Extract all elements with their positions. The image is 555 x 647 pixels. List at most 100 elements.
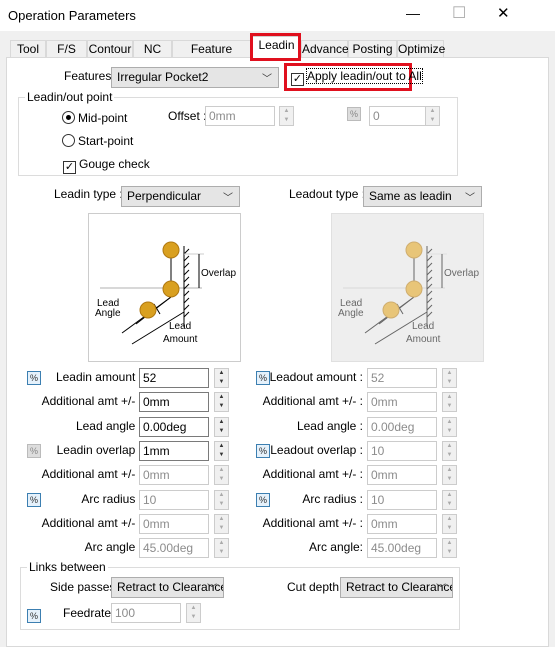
feedrate-field[interactable]: 100: [111, 603, 181, 623]
tool-circle: [162, 280, 180, 298]
leadin-row-label: Additional amt +/- :: [41, 394, 142, 408]
cut-depth-dropdown[interactable]: Retract to Clearance ﹀: [340, 577, 453, 598]
side-passes-dropdown[interactable]: Retract to Clearance ﹀: [111, 577, 224, 598]
leadin-row-field[interactable]: 0mm: [139, 465, 209, 485]
window-title: Operation Parameters: [8, 8, 136, 23]
tab-feature-options[interactable]: Feature Options: [172, 40, 251, 73]
mid-point-radio[interactable]: Mid-point: [62, 111, 127, 125]
leadout-row-label: Arc radius :: [302, 492, 363, 506]
lead-amount-label: Amount: [163, 334, 198, 345]
leadin-row-label: Arc angle :: [84, 540, 142, 554]
chevron-down-icon: ﹀: [436, 584, 446, 595]
chevron-down-icon: ﹀: [262, 74, 272, 85]
leadin-row-spinner[interactable]: ▲ ▼: [214, 392, 229, 412]
leadin-row-spinner[interactable]: ▲ ▼: [214, 514, 229, 534]
offset-label: Offset :: [168, 109, 207, 123]
leadout-diagram: Overlap Lead Angle Lead Amount: [331, 213, 484, 362]
offset-percent-spinner[interactable]: ▲ ▼: [425, 106, 440, 126]
lead-amount-label: Lead: [412, 321, 434, 332]
leadout-row-spinner[interactable]: ▲ ▼: [442, 441, 457, 461]
leadin-row-spinner[interactable]: ▲ ▼: [214, 465, 229, 485]
chevron-down-icon: ﹀: [223, 193, 233, 204]
leadin-type-label: Leadin type :: [54, 187, 123, 201]
leadout-row-field[interactable]: 0mm: [367, 392, 437, 412]
tool-circle: [405, 241, 423, 259]
tab-posting[interactable]: Posting: [348, 40, 397, 58]
leadout-row-spinner[interactable]: ▲ ▼: [442, 392, 457, 412]
features-dropdown[interactable]: Irregular Pocket2 ﹀: [111, 67, 279, 88]
leadout-row-field[interactable]: 0.00deg: [367, 417, 437, 437]
lead-angle-label: Angle: [338, 308, 364, 319]
lead-amount-label: Lead: [169, 321, 191, 332]
apply-all-checkbox[interactable]: ✓ Apply leadin/out to All: [291, 68, 423, 86]
leadin-row-field[interactable]: 0mm: [139, 514, 209, 534]
leadout-row-spinner[interactable]: ▲ ▼: [442, 538, 457, 558]
radio-icon: [62, 134, 75, 147]
tab-f-s[interactable]: F/S: [46, 40, 87, 58]
leadout-row-field[interactable]: 0mm: [367, 465, 437, 485]
leadin-row-spinner[interactable]: ▲ ▼: [214, 490, 229, 510]
leadin-diagram: Overlap Lead Angle Lead Amount: [88, 213, 241, 362]
leadin-row-label: Leadin overlap :: [56, 443, 142, 457]
tab-nc[interactable]: NC: [133, 40, 172, 58]
leadin-row-field[interactable]: 1mm: [139, 441, 209, 461]
group-title: Links between: [27, 560, 108, 574]
wall: [426, 246, 433, 327]
cut-depth-label: Cut depth :: [287, 580, 346, 594]
offset-field[interactable]: 0mm: [205, 106, 275, 126]
leadout-row-field[interactable]: 52: [367, 368, 437, 388]
leadout-row-spinner[interactable]: ▲ ▼: [442, 514, 457, 534]
leadout-row-spinner[interactable]: ▲ ▼: [442, 465, 457, 485]
leadin-row-spinner[interactable]: ▲ ▼: [214, 417, 229, 437]
leadin-row-field[interactable]: 0mm: [139, 392, 209, 412]
leadin-row-field[interactable]: 45.00deg: [139, 538, 209, 558]
leadout-row-label: Additional amt +/- :: [262, 467, 363, 481]
radio-selected-icon: [62, 111, 75, 124]
checkbox-checked-icon: ✓: [63, 161, 76, 174]
title-bar: Operation Parameters — ☐ ✕: [0, 0, 555, 31]
group-title: Leadin/out point: [25, 90, 115, 104]
checkbox-checked-icon: ✓: [291, 73, 304, 86]
leadout-row-field[interactable]: 10: [367, 490, 437, 510]
leadin-row-spinner[interactable]: ▲ ▼: [214, 368, 229, 388]
wall: [183, 246, 190, 327]
tool-circle: [382, 301, 400, 319]
gouge-check-checkbox[interactable]: ✓ Gouge check: [63, 157, 150, 174]
percent-toggle-icon[interactable]: %: [27, 609, 41, 623]
tab-tool[interactable]: Tool: [10, 40, 46, 58]
maximize-button[interactable]: ☐: [452, 3, 466, 23]
leadout-row-spinner[interactable]: ▲ ▼: [442, 368, 457, 388]
tab-contour[interactable]: Contour: [87, 40, 133, 58]
leadin-row-field[interactable]: 52: [139, 368, 209, 388]
lead-amount-label: Amount: [406, 334, 441, 345]
percent-toggle-icon[interactable]: %: [347, 107, 361, 121]
leadout-row-spinner[interactable]: ▲ ▼: [442, 417, 457, 437]
leadout-row-field[interactable]: 45.00deg: [367, 538, 437, 558]
tool-circle: [139, 301, 157, 319]
minimize-button[interactable]: —: [406, 5, 420, 21]
close-button[interactable]: ✕: [497, 4, 510, 22]
tab-advanced[interactable]: Advanced: [301, 40, 355, 58]
overlap-label: Overlap: [444, 268, 479, 279]
leadout-type-dropdown[interactable]: Same as leadin ﹀: [363, 186, 482, 207]
leadin-row-spinner[interactable]: ▲ ▼: [214, 441, 229, 461]
mid-point-label: Mid-point: [78, 111, 128, 125]
leadin-row-field[interactable]: 0.00deg: [139, 417, 209, 437]
feedrate-spinner[interactable]: ▲ ▼: [186, 603, 201, 623]
lead-angle-label: Angle: [95, 308, 121, 319]
start-point-radio[interactable]: Start-point: [62, 134, 133, 148]
offset-spinner[interactable]: ▲ ▼: [279, 106, 294, 126]
leadout-row-field[interactable]: 0mm: [367, 514, 437, 534]
leadin-row-spinner[interactable]: ▲ ▼: [214, 538, 229, 558]
leadin-row-label: Lead angle :: [75, 419, 142, 433]
tab-optimize[interactable]: Optimize: [397, 40, 445, 58]
leadout-row-label: Additional amt +/- :: [262, 394, 363, 408]
leadout-row-field[interactable]: 10: [367, 441, 437, 461]
leadout-type-value: Same as leadin: [369, 189, 452, 203]
start-point-label: Start-point: [78, 134, 134, 148]
leadout-row-label: Leadout amount :: [269, 370, 363, 384]
chevron-down-icon: ﹀: [207, 584, 217, 595]
leadin-type-dropdown[interactable]: Perpendicular ﹀: [121, 186, 240, 207]
leadout-row-spinner[interactable]: ▲ ▼: [442, 490, 457, 510]
leadin-row-field[interactable]: 10: [139, 490, 209, 510]
